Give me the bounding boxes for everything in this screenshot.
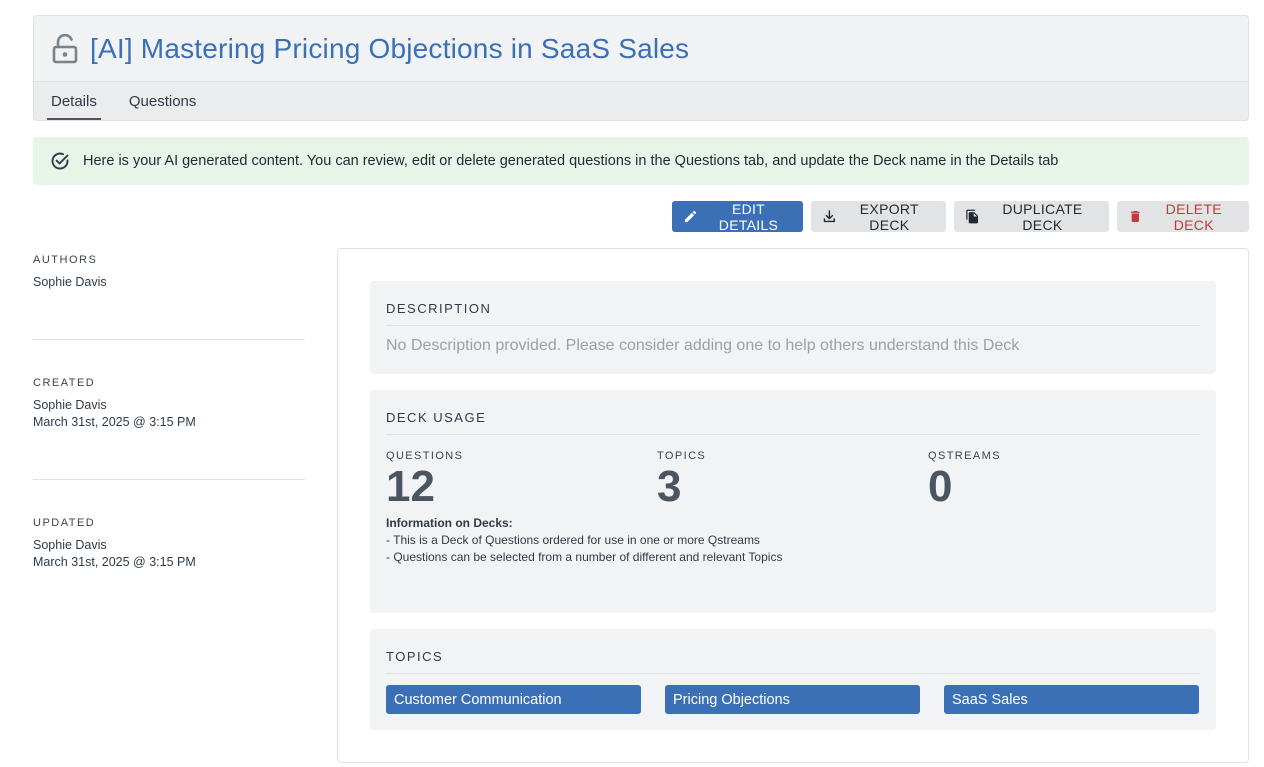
updated-by: Sophie Davis	[33, 538, 107, 552]
deck-actions: EDIT DETAILS EXPORT DECK DUPLICATE DECK …	[672, 200, 1249, 233]
tab-details[interactable]: Details	[47, 82, 101, 120]
copy-icon	[966, 209, 979, 224]
deck-usage-card: DECK USAGE QUESTIONS 12 TOPICS 3 QSTREAM…	[370, 390, 1216, 613]
info-line: - Questions can be selected from a numbe…	[386, 550, 783, 564]
description-title: DESCRIPTION	[386, 281, 1200, 326]
tab-questions[interactable]: Questions	[125, 82, 201, 120]
updated-section: UPDATED Sophie Davis March 31st, 2025 @ …	[33, 517, 305, 619]
stat-qstreams: QSTREAMS 0	[928, 450, 1199, 509]
tab-bar: Details Questions	[34, 82, 1248, 120]
topic-chip[interactable]: Customer Communication	[386, 685, 641, 714]
divider	[33, 479, 305, 480]
topic-chip[interactable]: SaaS Sales	[944, 685, 1199, 714]
updated-label: UPDATED	[33, 517, 96, 529]
deck-meta-sidebar: AUTHORS Sophie Davis CREATED Sophie Davi…	[33, 248, 305, 619]
topics-title: TOPICS	[386, 629, 1200, 674]
success-alert: Here is your AI generated content. You c…	[33, 137, 1249, 185]
export-deck-label: EXPORT DECK	[859, 200, 919, 233]
page-title: [AI] Mastering Pricing Objections in Saa…	[90, 32, 690, 64]
edit-details-button[interactable]: EDIT DETAILS	[672, 200, 803, 233]
created-section: CREATED Sophie Davis March 31st, 2025 @ …	[33, 377, 305, 479]
duplicate-deck-label: DUPLICATE DECK	[1002, 200, 1083, 233]
deck-usage-title: DECK USAGE	[386, 390, 1200, 435]
stat-label: QUESTIONS	[386, 450, 464, 462]
header-title-bar: [AI] Mastering Pricing Objections in Saa…	[34, 16, 1248, 82]
stat-value: 3	[657, 462, 682, 511]
created-by: Sophie Davis	[33, 398, 107, 412]
lock-open-icon	[52, 33, 78, 63]
topic-chip[interactable]: Pricing Objections	[665, 685, 920, 714]
deck-header: [AI] Mastering Pricing Objections in Saa…	[33, 15, 1249, 121]
info-line: - This is a Deck of Questions ordered fo…	[386, 533, 760, 547]
stat-label: TOPICS	[657, 450, 707, 462]
duplicate-deck-button[interactable]: DUPLICATE DECK	[954, 200, 1109, 233]
topics-card: TOPICS Customer Communication Pricing Ob…	[370, 629, 1216, 730]
stat-value: 12	[386, 462, 435, 511]
info-title: Information on Decks:	[386, 516, 513, 530]
authors-section: AUTHORS Sophie Davis	[33, 254, 305, 339]
export-deck-button[interactable]: EXPORT DECK	[811, 200, 946, 233]
authors-label: AUTHORS	[33, 254, 98, 266]
pencil-icon	[684, 210, 697, 223]
author-name: Sophie Davis	[33, 275, 107, 289]
stat-topics: TOPICS 3	[657, 450, 928, 509]
deck-info: Information on Decks: - This is a Deck o…	[386, 515, 1200, 566]
stat-value: 0	[928, 462, 953, 511]
edit-details-label: EDIT DETAILS	[718, 200, 779, 233]
download-icon	[823, 210, 835, 223]
description-text: No Description provided. Please consider…	[386, 337, 1020, 354]
divider	[33, 339, 305, 340]
updated-date: March 31st, 2025 @ 3:15 PM	[33, 555, 196, 569]
deck-details-panel: DESCRIPTION No Description provided. Ple…	[337, 248, 1249, 763]
usage-stats: QUESTIONS 12 TOPICS 3 QSTREAMS 0	[386, 450, 1200, 509]
description-card: DESCRIPTION No Description provided. Ple…	[370, 281, 1216, 374]
stat-label: QSTREAMS	[928, 450, 1001, 462]
trash-icon	[1131, 211, 1140, 222]
alert-message: Here is your AI generated content. You c…	[83, 153, 1059, 169]
stat-questions: QUESTIONS 12	[386, 450, 657, 509]
created-label: CREATED	[33, 377, 96, 389]
topic-list: Customer Communication Pricing Objection…	[386, 685, 1200, 714]
delete-deck-button[interactable]: DELETE DECK	[1117, 200, 1249, 233]
delete-deck-label: DELETE DECK	[1165, 200, 1222, 233]
created-date: March 31st, 2025 @ 3:15 PM	[33, 415, 196, 429]
check-circle-icon	[51, 152, 69, 170]
